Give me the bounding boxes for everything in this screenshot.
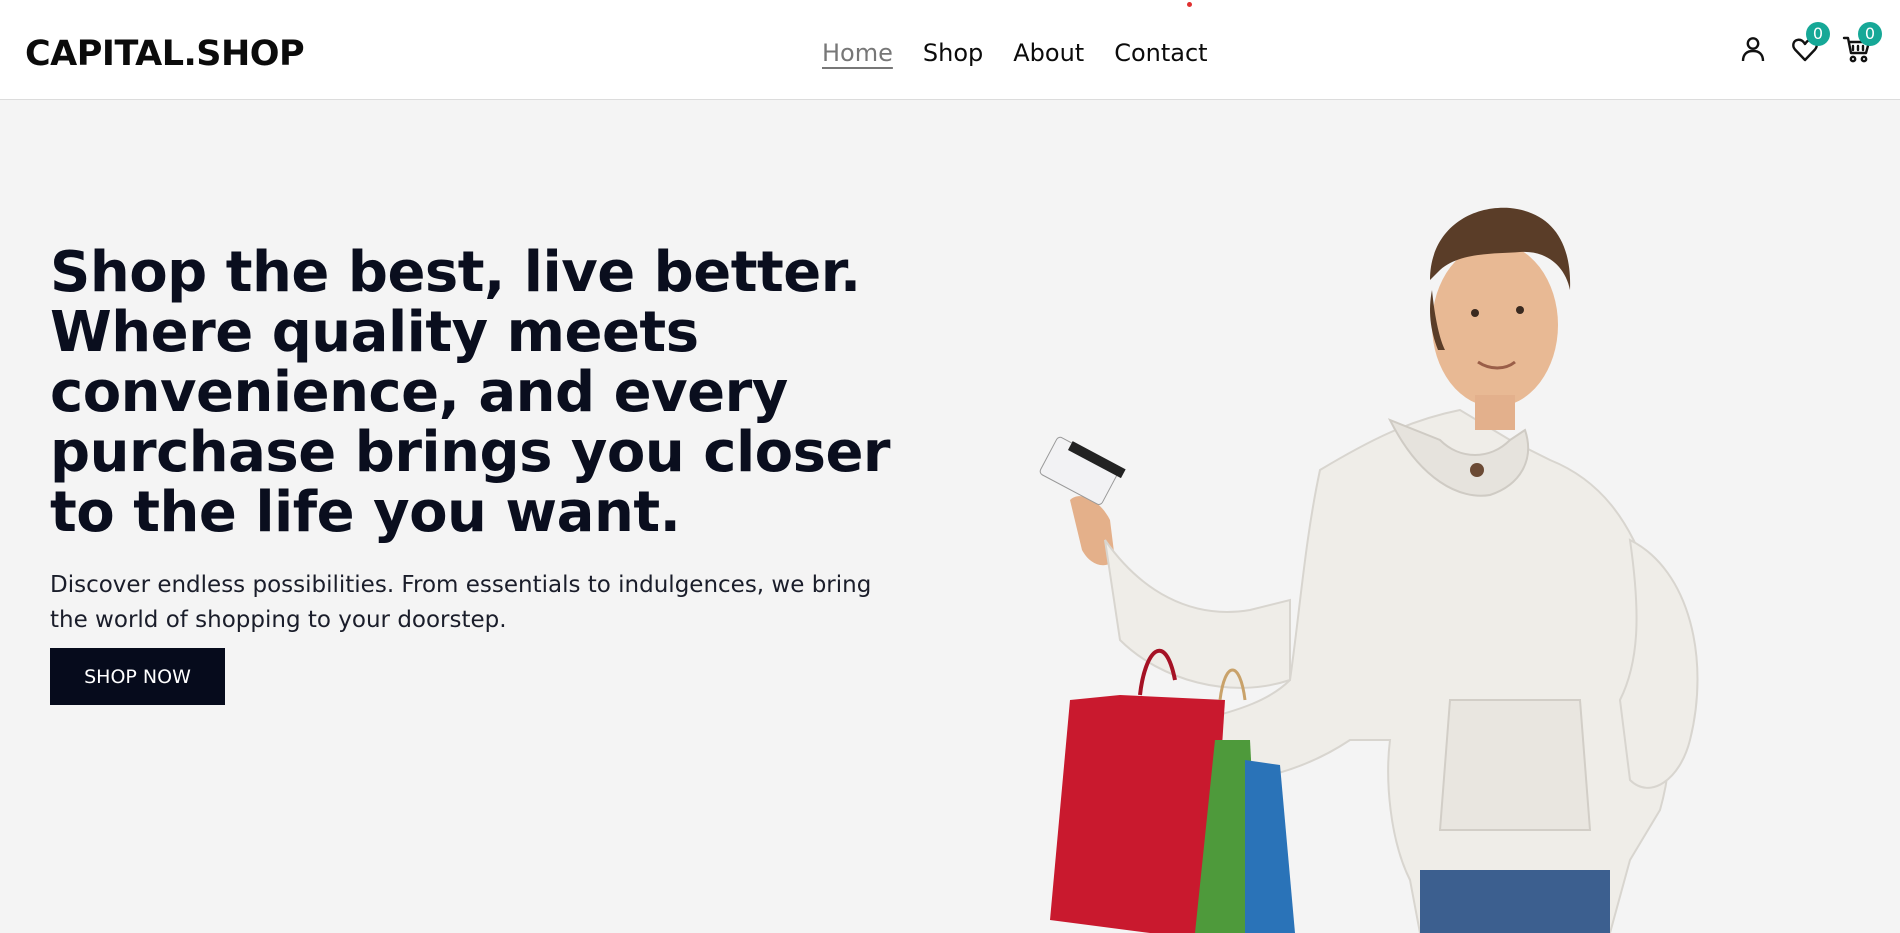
site-header: CAPITAL.SHOP Home Shop About Contact 0 0 xyxy=(0,0,1900,100)
site-logo[interactable]: CAPITAL.SHOP xyxy=(25,32,305,76)
user-icon xyxy=(1741,37,1765,62)
cart-button[interactable]: 0 xyxy=(1842,22,1882,64)
indicator-dot xyxy=(1187,2,1192,7)
nav-contact-link[interactable]: Contact xyxy=(1114,36,1207,70)
nav-about-link[interactable]: About xyxy=(1013,36,1084,70)
main-nav: Home Shop About Contact xyxy=(822,36,1208,70)
nav-home-link[interactable]: Home xyxy=(822,36,893,70)
header-actions: 0 0 xyxy=(1738,22,1882,64)
hero-title: Shop the best, live better. Where qualit… xyxy=(50,240,891,545)
wishlist-button[interactable]: 0 xyxy=(1790,22,1830,64)
account-button[interactable] xyxy=(1738,34,1768,64)
cart-count-badge: 0 xyxy=(1858,22,1882,46)
hero-subtitle: Discover endless possibilities. From ess… xyxy=(50,572,872,633)
hero-shopper-illustration xyxy=(1039,207,1699,933)
shop-now-button[interactable]: SHOP NOW xyxy=(50,648,225,705)
nav-shop-link[interactable]: Shop xyxy=(923,36,983,70)
wishlist-count-badge: 0 xyxy=(1806,22,1830,46)
